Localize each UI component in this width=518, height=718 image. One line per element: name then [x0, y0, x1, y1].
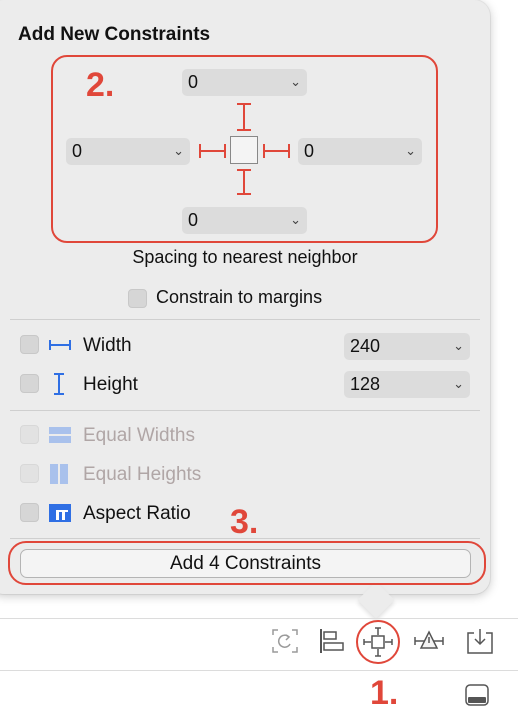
spacing-bottom-value: 0 — [188, 210, 199, 230]
chevron-down-icon: ⌄ — [290, 213, 301, 228]
bottom-strut-cap[interactable] — [237, 193, 251, 195]
right-strut-cap[interactable] — [288, 144, 290, 158]
toolbar-divider — [0, 670, 518, 671]
toolbar-divider — [0, 618, 518, 619]
constrain-margins-checkbox[interactable] — [128, 289, 147, 308]
chevron-down-icon: ⌄ — [453, 377, 464, 392]
annotation-step-2: 2. — [86, 66, 115, 104]
left-strut[interactable] — [199, 150, 226, 152]
equal-heights-label: Equal Heights — [83, 464, 202, 485]
top-strut-cap[interactable] — [237, 129, 251, 131]
spacing-top-value: 0 — [188, 72, 199, 92]
aspect-ratio-label: Aspect Ratio — [83, 503, 191, 524]
equal-heights-icon — [50, 464, 68, 484]
spacing-bottom-select[interactable]: 0 ⌄ — [182, 207, 307, 234]
aspect-ratio-checkbox[interactable] — [20, 503, 39, 522]
spacing-left-select[interactable]: 0 ⌄ — [66, 138, 190, 165]
width-value: 240 — [350, 336, 381, 356]
spacing-right-value: 0 — [304, 141, 315, 161]
right-strut[interactable] — [263, 150, 290, 152]
resolve-issues-icon[interactable] — [413, 628, 445, 654]
height-icon — [54, 373, 64, 395]
constrain-margins-label: Constrain to margins — [156, 287, 323, 307]
chevron-down-icon: ⌄ — [290, 75, 301, 90]
popover-title: Add New Constraints — [18, 24, 211, 45]
divider — [10, 538, 480, 539]
chevron-down-icon: ⌄ — [173, 144, 184, 159]
width-checkbox[interactable] — [20, 335, 39, 354]
width-label: Width — [83, 335, 132, 356]
equal-widths-icon — [49, 427, 71, 443]
spacing-top-select[interactable]: 0 ⌄ — [182, 69, 307, 96]
chevron-down-icon: ⌄ — [405, 144, 416, 159]
height-value: 128 — [350, 374, 381, 394]
update-frames-icon[interactable] — [270, 627, 300, 655]
align-icon[interactable] — [318, 627, 346, 655]
add-constraints-button[interactable]: Add 4 Constraints — [20, 549, 471, 578]
left-strut-cap[interactable] — [224, 144, 226, 158]
view-square — [230, 136, 258, 164]
width-select[interactable]: 240 ⌄ — [344, 333, 470, 360]
add-constraints-icon[interactable] — [355, 618, 403, 666]
equal-widths-checkbox[interactable] — [20, 425, 39, 444]
aspect-ratio-icon — [49, 504, 71, 522]
height-label: Height — [83, 374, 138, 395]
width-icon — [49, 340, 71, 350]
top-strut[interactable] — [243, 103, 245, 131]
divider — [10, 319, 480, 320]
equal-widths-label: Equal Widths — [83, 425, 195, 446]
spacing-left-value: 0 — [72, 141, 83, 161]
height-checkbox[interactable] — [20, 374, 39, 393]
divider — [10, 410, 480, 411]
spacing-right-select[interactable]: 0 ⌄ — [298, 138, 422, 165]
embed-in-icon[interactable] — [465, 627, 495, 657]
height-select[interactable]: 128 ⌄ — [344, 371, 470, 398]
bottom-strut[interactable] — [243, 169, 245, 195]
equal-heights-checkbox[interactable] — [20, 464, 39, 483]
chevron-down-icon: ⌄ — [453, 339, 464, 354]
annotation-step-3: 3. — [230, 503, 259, 541]
spacing-caption: Spacing to nearest neighbor — [132, 247, 358, 267]
device-icon[interactable] — [464, 683, 490, 707]
annotation-step-1: 1. — [370, 674, 399, 712]
